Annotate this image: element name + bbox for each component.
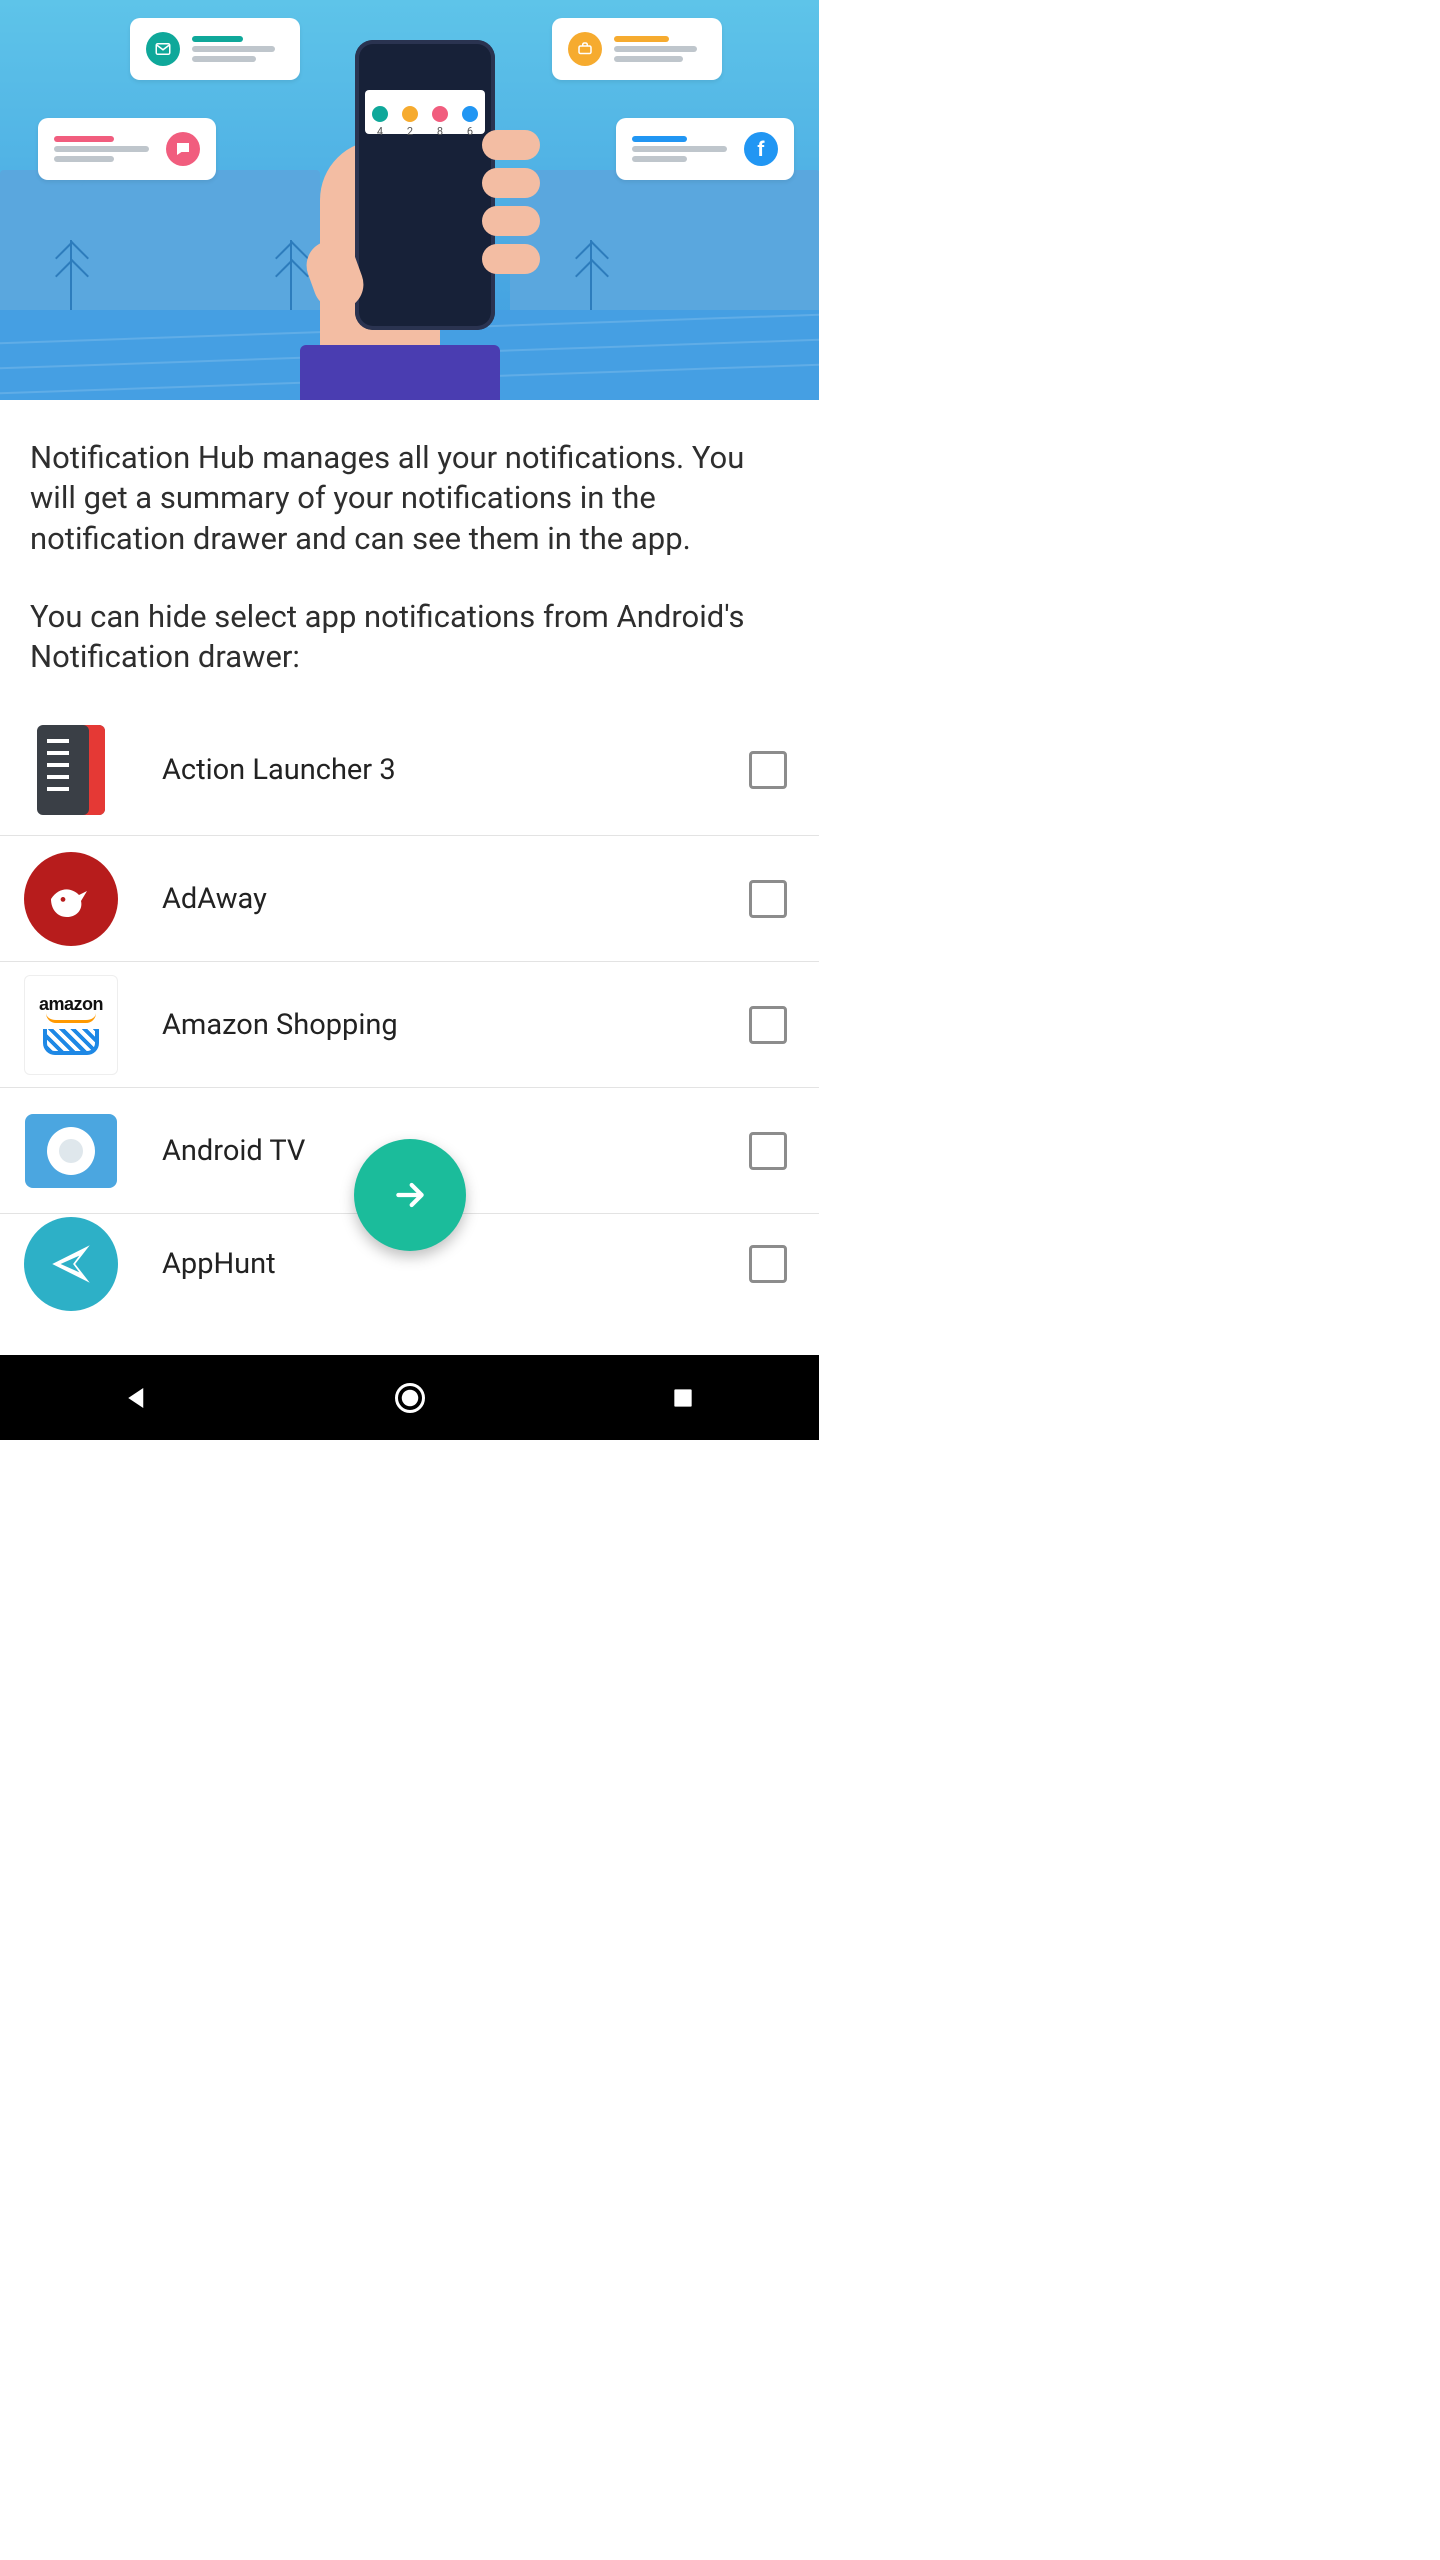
intro-text: Notification Hub manages all your notifi… xyxy=(0,400,819,705)
phone-count: 8 xyxy=(437,125,443,138)
f-icon: f xyxy=(744,132,778,166)
checkbox[interactable] xyxy=(749,880,787,918)
adaway-icon xyxy=(24,852,118,946)
next-button[interactable] xyxy=(354,1139,466,1251)
speech-bubble xyxy=(38,118,216,180)
checkbox[interactable] xyxy=(749,751,787,789)
phone-notification-bar: 4 2 8 6 xyxy=(365,90,485,134)
hero-illustration: 4 2 8 6 xyxy=(0,0,819,400)
app-row-adaway[interactable]: AdAway xyxy=(0,835,819,961)
home-button[interactable] xyxy=(380,1368,440,1428)
app-row-amazon-shopping[interactable]: amazon Amazon Shopping xyxy=(0,961,819,1087)
apphunt-icon xyxy=(24,1217,118,1311)
phone-count: 2 xyxy=(407,125,413,138)
phone-count: 4 xyxy=(377,125,383,138)
checkbox[interactable] xyxy=(749,1006,787,1044)
android-tv-icon xyxy=(24,1104,118,1198)
app-label: Amazon Shopping xyxy=(118,1008,749,1042)
app-label: AdAway xyxy=(118,882,749,916)
amazon-shopping-icon: amazon xyxy=(24,978,118,1072)
phone-count: 6 xyxy=(467,125,473,138)
checkbox[interactable] xyxy=(749,1132,787,1170)
amazon-wordmark: amazon xyxy=(39,994,103,1015)
chat-icon xyxy=(166,132,200,166)
speech-bubble xyxy=(130,18,300,80)
arrow-right-icon xyxy=(390,1175,430,1215)
speech-bubble: f xyxy=(616,118,794,180)
recent-apps-button[interactable] xyxy=(653,1368,713,1428)
home-icon xyxy=(392,1380,428,1416)
app-label: AppHunt xyxy=(118,1247,749,1281)
system-navigation-bar xyxy=(0,1355,819,1440)
back-icon xyxy=(122,1383,152,1413)
intro-paragraph-1: Notification Hub manages all your notifi… xyxy=(30,438,789,559)
content-area: Notification Hub manages all your notifi… xyxy=(0,400,819,1355)
intro-paragraph-2: You can hide select app notifications fr… xyxy=(30,597,789,678)
briefcase-icon xyxy=(568,32,602,66)
hand-holding-phone: 4 2 8 6 xyxy=(300,40,540,400)
phone-mock: 4 2 8 6 xyxy=(355,40,495,330)
recent-apps-icon xyxy=(670,1385,696,1411)
checkbox[interactable] xyxy=(749,1245,787,1283)
speech-bubble xyxy=(552,18,722,80)
action-launcher-icon xyxy=(24,723,118,817)
mail-icon xyxy=(146,32,180,66)
back-button[interactable] xyxy=(107,1368,167,1428)
onboarding-screen: 4 2 8 6 xyxy=(0,0,819,1440)
app-row-action-launcher[interactable]: Action Launcher 3 xyxy=(0,705,819,835)
app-label: Action Launcher 3 xyxy=(118,753,749,787)
